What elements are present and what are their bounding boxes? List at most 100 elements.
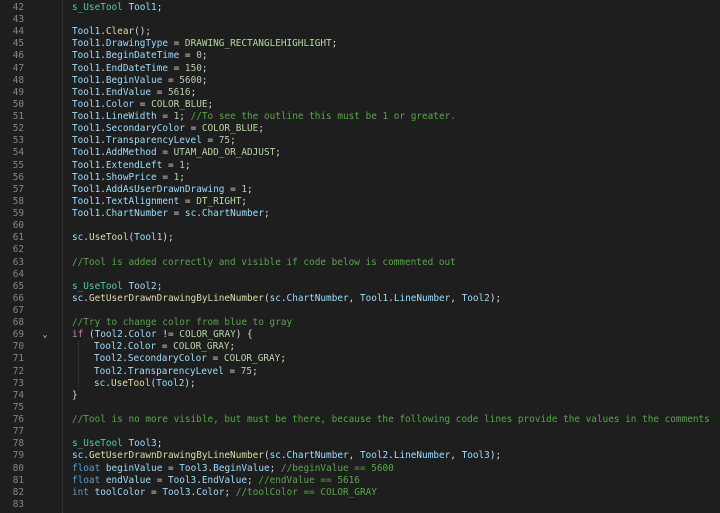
code-token: LineWidth: [105, 111, 157, 123]
code-token: //beginValue == 5600: [280, 462, 394, 474]
code-token: //Try to change color from blue to gray: [72, 317, 293, 329]
line-number: 65: [12, 280, 24, 292]
code-line[interactable]: 60: [0, 220, 720, 232]
code-token: Tool1: [72, 123, 101, 135]
code-line[interactable]: 83: [0, 499, 720, 511]
code-line[interactable]: 49 Tool1.EndValue = 5616;: [0, 87, 720, 99]
code-line[interactable]: 77: [0, 426, 720, 438]
code-line[interactable]: 43: [0, 14, 720, 26]
code-token: ,: [348, 450, 360, 462]
code-line[interactable]: 70 Tool2.Color = COLOR_GRAY;: [0, 341, 720, 353]
code-token: Tool1: [72, 98, 101, 110]
code-line[interactable]: 58 Tool1.TextAlignment = DT_RIGHT;: [0, 196, 720, 208]
code-token: =: [201, 135, 219, 147]
code-line[interactable]: 66 sc.GetUserDrawnDrawingByLineNumber(sc.…: [0, 293, 720, 305]
code-token: Tool1: [72, 50, 101, 62]
code-line[interactable]: 56 Tool1.ShowPrice = 1;: [0, 172, 720, 184]
line-number: 55: [12, 159, 24, 171]
code-line[interactable]: 47 Tool1.EndDateTime = 150;: [0, 63, 720, 75]
code-line[interactable]: 74}: [0, 390, 720, 402]
code-text: //Tool is no more visible, but must be t…: [72, 414, 710, 426]
code-token: if: [72, 329, 84, 341]
line-number: 44: [12, 26, 24, 38]
code-token: ;: [247, 474, 259, 486]
code-line[interactable]: 59 Tool1.ChartNumber = sc.ChartNumber;: [0, 208, 720, 220]
code-token: (: [83, 329, 95, 341]
code-token: Tool1: [72, 159, 101, 171]
code-line[interactable]: 81 float endValue = Tool3.EndValue; //end…: [0, 475, 720, 487]
code-line[interactable]: 69 ⌄ if (Tool2.Color != COLOR_GRAY) {: [0, 329, 720, 341]
code-token: );: [489, 292, 502, 304]
code-token: UseTool: [88, 232, 129, 244]
line-number: 57: [12, 183, 24, 195]
code-token: Tool2: [94, 329, 123, 341]
code-line[interactable]: 67: [0, 305, 720, 317]
code-token: Clear: [105, 26, 135, 38]
code-line[interactable]: 42 s_UseTool Tool1;: [0, 2, 720, 14]
code-line[interactable]: 82 int toolColor = Tool3.Color; //toolCol…: [0, 487, 720, 499]
line-number: 50: [12, 98, 24, 110]
line-number: 80: [12, 462, 24, 474]
code-line[interactable]: 53 Tool1.TransparencyLevel = 75;: [0, 135, 720, 147]
code-text: Tool1.EndDateTime = 150;: [72, 63, 208, 75]
code-line[interactable]: 75: [0, 402, 720, 414]
code-token: s_UseTool: [72, 280, 123, 292]
code-token: COLOR_BLUE: [151, 98, 208, 110]
code-line[interactable]: 78 s_UseTool Tool3;: [0, 438, 720, 450]
code-token: =: [184, 123, 202, 135]
code-text: Tool2.Color = COLOR_GRAY;: [94, 341, 235, 353]
code-line[interactable]: 52 Tool1.SecondaryColor = COLOR_BLUE;: [0, 123, 720, 135]
code-line[interactable]: 80 float beginValue = Tool3.BeginValue; /…: [0, 463, 720, 475]
code-token: sc: [269, 292, 281, 304]
code-text: float endValue = Tool3.EndValue; //endVa…: [72, 475, 360, 487]
code-token: 75: [218, 135, 231, 147]
line-number: 59: [12, 208, 24, 220]
code-token: Tool1: [72, 171, 101, 183]
code-token: BeginValue: [213, 462, 270, 474]
code-token: ;: [207, 98, 214, 110]
code-line[interactable]: 63 //Tool is added correctly and visible …: [0, 257, 720, 269]
code-line[interactable]: 45 Tool1.DrawingType = DRAWING_RECTANGLEH…: [0, 38, 720, 50]
code-line[interactable]: 55 Tool1.ExtendLeft = 1;: [0, 160, 720, 172]
code-line[interactable]: 79 sc.GetUserDrawnDrawingByLineNumber(sc.…: [0, 450, 720, 462]
code-text: Tool1.AddAsUserDrawnDrawing = 1;: [72, 184, 253, 196]
code-token: COLOR_BLUE: [201, 123, 259, 135]
code-line[interactable]: 64: [0, 269, 720, 281]
code-token: Color: [128, 329, 157, 341]
code-line[interactable]: 61 sc.UseTool(Tool1);: [0, 232, 720, 244]
code-line[interactable]: 48 Tool1.BeginValue = 5600;: [0, 75, 720, 87]
code-line[interactable]: 57 Tool1.AddAsUserDrawnDrawing = 1;: [0, 184, 720, 196]
code-text: sc.GetUserDrawnDrawingByLineNumber(sc.Ch…: [72, 450, 501, 462]
fold-chevron-icon[interactable]: ⌄: [40, 329, 50, 341]
code-line[interactable]: 44 Tool1.Clear();: [0, 26, 720, 38]
code-line[interactable]: 50 Tool1.Color = COLOR_BLUE;: [0, 99, 720, 111]
code-line[interactable]: 46 Tool1.BeginDateTime = 0;: [0, 50, 720, 62]
code-token: 75: [240, 365, 253, 377]
code-line[interactable]: 71 Tool2.SecondaryColor = COLOR_GRAY;: [0, 353, 720, 365]
code-token: ;: [263, 208, 270, 220]
code-token: ;: [156, 438, 163, 450]
code-token: !=: [156, 329, 180, 341]
code-token: DRAWING_RECTANGLEHIGHLIGHT: [184, 38, 332, 50]
code-line[interactable]: 51 Tool1.LineWidth = 1; //To see the outl…: [0, 111, 720, 123]
code-editor[interactable]: 42 s_UseTool Tool1; 43 44 Tool1.Clear(); 45 To…: [0, 0, 720, 513]
code-text: //Tool is added correctly and visible if…: [72, 257, 456, 269]
line-number: 47: [12, 62, 24, 74]
code-token: Tool2: [128, 280, 157, 292]
code-line[interactable]: 62: [0, 244, 720, 256]
code-line[interactable]: 65 s_UseTool Tool2;: [0, 281, 720, 293]
code-token: =: [224, 183, 242, 195]
code-line[interactable]: 72 Tool2.TransparencyLevel = 75;: [0, 366, 720, 378]
code-token: Tool3: [461, 450, 490, 462]
code-line[interactable]: 73 sc.UseTool(Tool2);: [0, 378, 720, 390]
code-token: ;: [184, 159, 191, 171]
code-token: =: [223, 365, 241, 377]
code-line[interactable]: 54 Tool1.AddMethod = UTAM_ADD_OR_ADJUST;: [0, 147, 720, 159]
code-token: AddAsUserDrawnDrawing: [105, 183, 225, 195]
code-token: =: [162, 462, 180, 474]
code-line[interactable]: 76 //Tool is no more visible, but must be…: [0, 414, 720, 426]
code-token: ;: [201, 50, 208, 62]
code-token: ChartNumber: [286, 450, 349, 462]
code-line[interactable]: 68 //Try to change color from blue to gra…: [0, 317, 720, 329]
code-token: s_UseTool: [72, 2, 123, 13]
